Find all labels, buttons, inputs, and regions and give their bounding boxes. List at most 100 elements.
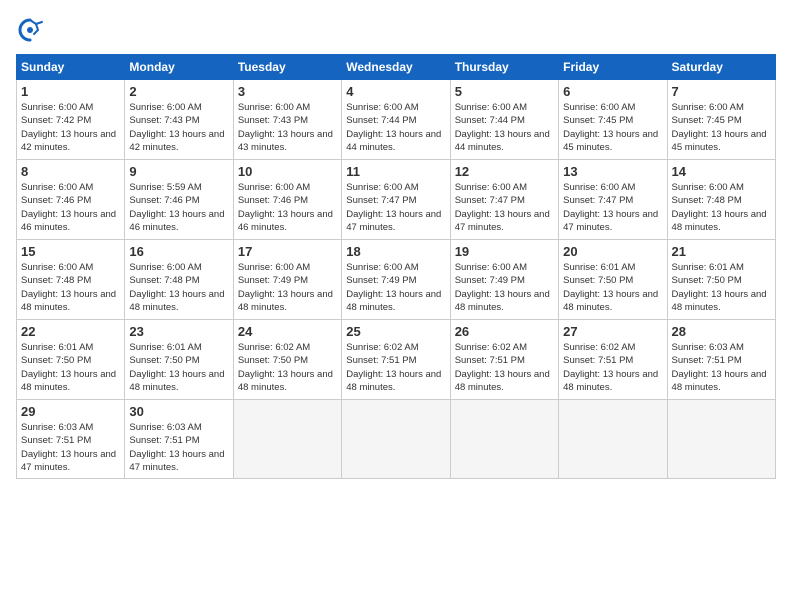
header [16,16,776,44]
day-info: Sunrise: 6:02 AMSunset: 7:50 PMDaylight:… [238,342,333,393]
calendar-day-cell: 26 Sunrise: 6:02 AMSunset: 7:51 PMDaylig… [450,320,558,400]
calendar-table: SundayMondayTuesdayWednesdayThursdayFrid… [16,54,776,479]
day-number: 6 [563,84,662,99]
calendar-day-cell: 23 Sunrise: 6:01 AMSunset: 7:50 PMDaylig… [125,320,233,400]
calendar-day-cell: 11 Sunrise: 6:00 AMSunset: 7:47 PMDaylig… [342,160,450,240]
day-number: 1 [21,84,120,99]
calendar-day-cell: 20 Sunrise: 6:01 AMSunset: 7:50 PMDaylig… [559,240,667,320]
day-number: 18 [346,244,445,259]
weekday-header: Saturday [667,55,775,80]
day-info: Sunrise: 6:00 AMSunset: 7:47 PMDaylight:… [455,182,550,233]
weekday-header: Thursday [450,55,558,80]
calendar-day-cell [450,400,558,479]
day-info: Sunrise: 6:03 AMSunset: 7:51 PMDaylight:… [672,342,767,393]
day-number: 30 [129,404,228,419]
day-number: 23 [129,324,228,339]
day-number: 3 [238,84,337,99]
calendar-day-cell: 12 Sunrise: 6:00 AMSunset: 7:47 PMDaylig… [450,160,558,240]
day-info: Sunrise: 6:00 AMSunset: 7:43 PMDaylight:… [238,102,333,153]
day-number: 14 [672,164,771,179]
day-info: Sunrise: 6:00 AMSunset: 7:45 PMDaylight:… [563,102,658,153]
calendar-day-cell: 8 Sunrise: 6:00 AMSunset: 7:46 PMDayligh… [17,160,125,240]
weekday-header: Monday [125,55,233,80]
calendar-week-row: 8 Sunrise: 6:00 AMSunset: 7:46 PMDayligh… [17,160,776,240]
calendar-day-cell: 16 Sunrise: 6:00 AMSunset: 7:48 PMDaylig… [125,240,233,320]
calendar-week-row: 22 Sunrise: 6:01 AMSunset: 7:50 PMDaylig… [17,320,776,400]
calendar-day-cell: 10 Sunrise: 6:00 AMSunset: 7:46 PMDaylig… [233,160,341,240]
day-number: 4 [346,84,445,99]
day-info: Sunrise: 6:00 AMSunset: 7:48 PMDaylight:… [21,262,116,313]
day-info: Sunrise: 6:00 AMSunset: 7:42 PMDaylight:… [21,102,116,153]
day-number: 7 [672,84,771,99]
calendar-day-cell [559,400,667,479]
calendar-day-cell [667,400,775,479]
day-info: Sunrise: 6:02 AMSunset: 7:51 PMDaylight:… [563,342,658,393]
day-info: Sunrise: 6:02 AMSunset: 7:51 PMDaylight:… [455,342,550,393]
calendar-day-cell [342,400,450,479]
calendar-day-cell: 3 Sunrise: 6:00 AMSunset: 7:43 PMDayligh… [233,80,341,160]
calendar-day-cell: 5 Sunrise: 6:00 AMSunset: 7:44 PMDayligh… [450,80,558,160]
calendar-week-row: 1 Sunrise: 6:00 AMSunset: 7:42 PMDayligh… [17,80,776,160]
day-info: Sunrise: 5:59 AMSunset: 7:46 PMDaylight:… [129,182,224,233]
calendar-day-cell: 29 Sunrise: 6:03 AMSunset: 7:51 PMDaylig… [17,400,125,479]
day-info: Sunrise: 6:00 AMSunset: 7:48 PMDaylight:… [129,262,224,313]
calendar-week-row: 15 Sunrise: 6:00 AMSunset: 7:48 PMDaylig… [17,240,776,320]
day-info: Sunrise: 6:00 AMSunset: 7:43 PMDaylight:… [129,102,224,153]
calendar-day-cell: 15 Sunrise: 6:00 AMSunset: 7:48 PMDaylig… [17,240,125,320]
day-number: 29 [21,404,120,419]
day-number: 20 [563,244,662,259]
calendar-day-cell: 17 Sunrise: 6:00 AMSunset: 7:49 PMDaylig… [233,240,341,320]
day-number: 10 [238,164,337,179]
day-number: 21 [672,244,771,259]
calendar-day-cell: 13 Sunrise: 6:00 AMSunset: 7:47 PMDaylig… [559,160,667,240]
calendar-day-cell: 21 Sunrise: 6:01 AMSunset: 7:50 PMDaylig… [667,240,775,320]
day-info: Sunrise: 6:00 AMSunset: 7:44 PMDaylight:… [455,102,550,153]
day-number: 27 [563,324,662,339]
day-number: 13 [563,164,662,179]
day-number: 17 [238,244,337,259]
calendar-day-cell: 28 Sunrise: 6:03 AMSunset: 7:51 PMDaylig… [667,320,775,400]
day-number: 11 [346,164,445,179]
calendar-day-cell: 24 Sunrise: 6:02 AMSunset: 7:50 PMDaylig… [233,320,341,400]
weekday-header: Tuesday [233,55,341,80]
day-number: 28 [672,324,771,339]
day-info: Sunrise: 6:00 AMSunset: 7:49 PMDaylight:… [455,262,550,313]
day-info: Sunrise: 6:00 AMSunset: 7:46 PMDaylight:… [238,182,333,233]
day-number: 5 [455,84,554,99]
calendar-day-cell: 27 Sunrise: 6:02 AMSunset: 7:51 PMDaylig… [559,320,667,400]
day-number: 2 [129,84,228,99]
day-number: 24 [238,324,337,339]
weekday-header: Sunday [17,55,125,80]
day-info: Sunrise: 6:00 AMSunset: 7:48 PMDaylight:… [672,182,767,233]
day-number: 19 [455,244,554,259]
calendar-body: 1 Sunrise: 6:00 AMSunset: 7:42 PMDayligh… [17,80,776,479]
calendar-day-cell: 19 Sunrise: 6:00 AMSunset: 7:49 PMDaylig… [450,240,558,320]
calendar-day-cell: 1 Sunrise: 6:00 AMSunset: 7:42 PMDayligh… [17,80,125,160]
day-number: 8 [21,164,120,179]
calendar-week-row: 29 Sunrise: 6:03 AMSunset: 7:51 PMDaylig… [17,400,776,479]
day-number: 26 [455,324,554,339]
calendar-day-cell: 18 Sunrise: 6:00 AMSunset: 7:49 PMDaylig… [342,240,450,320]
calendar-day-cell: 25 Sunrise: 6:02 AMSunset: 7:51 PMDaylig… [342,320,450,400]
day-number: 15 [21,244,120,259]
day-info: Sunrise: 6:00 AMSunset: 7:45 PMDaylight:… [672,102,767,153]
logo-icon [16,16,44,44]
day-info: Sunrise: 6:00 AMSunset: 7:49 PMDaylight:… [238,262,333,313]
calendar-day-cell: 22 Sunrise: 6:01 AMSunset: 7:50 PMDaylig… [17,320,125,400]
day-info: Sunrise: 6:02 AMSunset: 7:51 PMDaylight:… [346,342,441,393]
day-info: Sunrise: 6:03 AMSunset: 7:51 PMDaylight:… [129,422,224,473]
day-info: Sunrise: 6:03 AMSunset: 7:51 PMDaylight:… [21,422,116,473]
day-number: 9 [129,164,228,179]
day-info: Sunrise: 6:00 AMSunset: 7:44 PMDaylight:… [346,102,441,153]
logo [16,16,48,44]
calendar-day-cell [233,400,341,479]
day-number: 16 [129,244,228,259]
calendar-day-cell: 14 Sunrise: 6:00 AMSunset: 7:48 PMDaylig… [667,160,775,240]
weekday-header: Wednesday [342,55,450,80]
calendar-day-cell: 30 Sunrise: 6:03 AMSunset: 7:51 PMDaylig… [125,400,233,479]
calendar-day-cell: 9 Sunrise: 5:59 AMSunset: 7:46 PMDayligh… [125,160,233,240]
calendar-day-cell: 2 Sunrise: 6:00 AMSunset: 7:43 PMDayligh… [125,80,233,160]
day-info: Sunrise: 6:00 AMSunset: 7:47 PMDaylight:… [563,182,658,233]
day-info: Sunrise: 6:00 AMSunset: 7:47 PMDaylight:… [346,182,441,233]
calendar-day-cell: 7 Sunrise: 6:00 AMSunset: 7:45 PMDayligh… [667,80,775,160]
